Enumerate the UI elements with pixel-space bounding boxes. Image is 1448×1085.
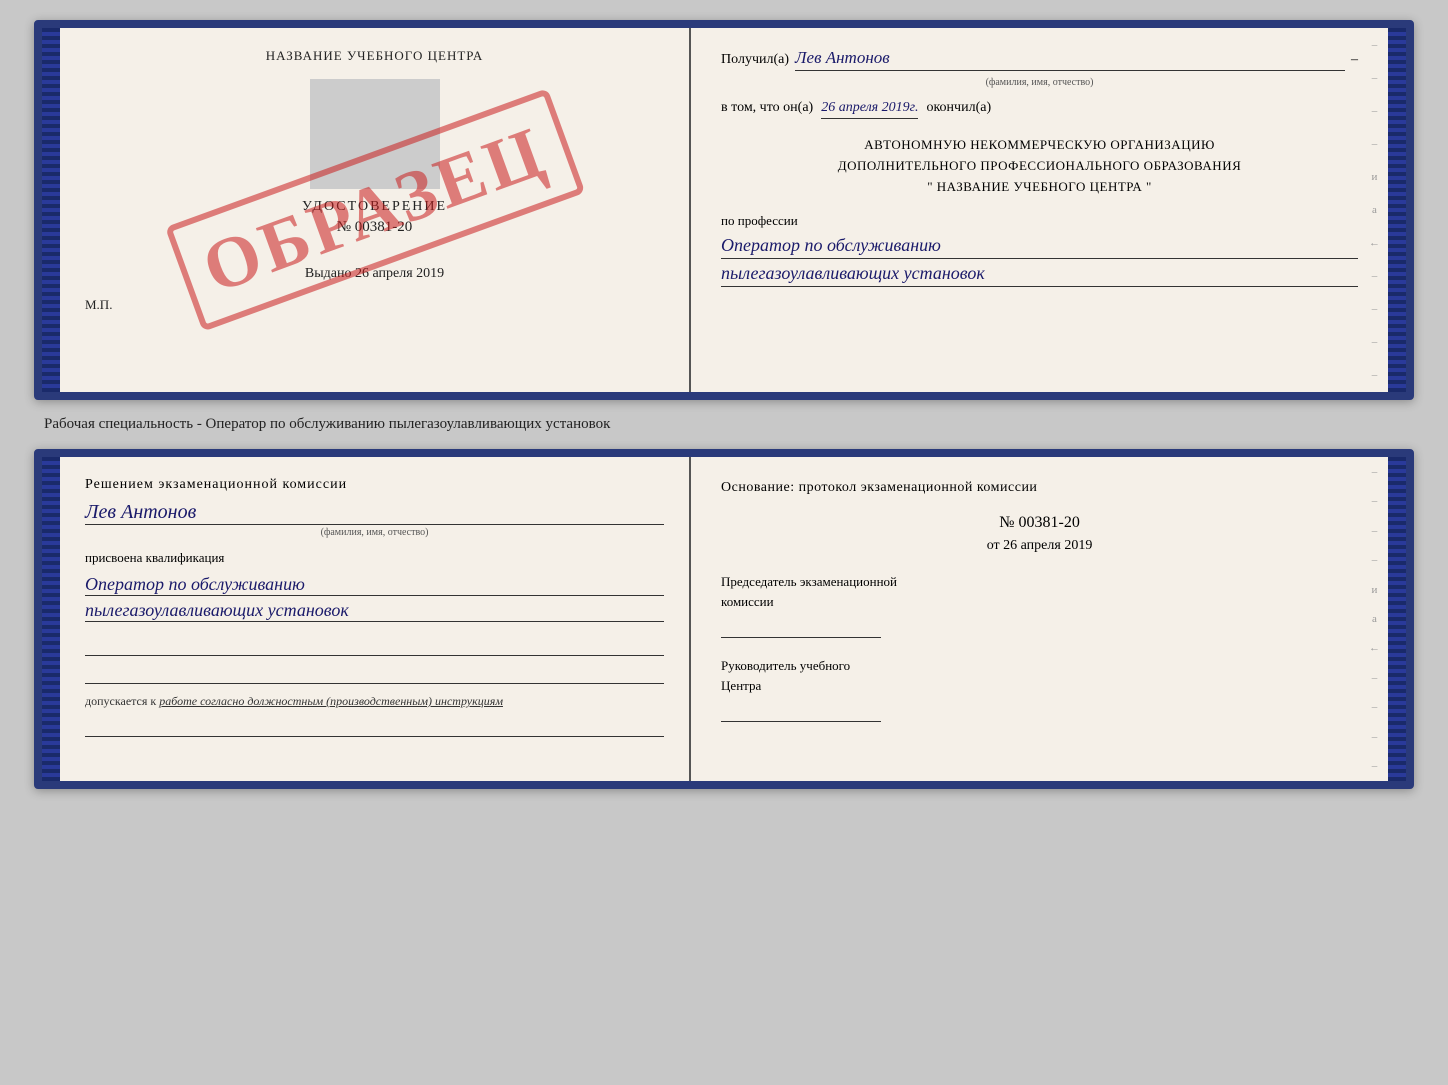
middle-text: Рабочая специальность - Оператор по обсл… xyxy=(34,412,1414,437)
top-diploma: НАЗВАНИЕ УЧЕБНОГО ЦЕНТРА УДОСТОВЕРЕНИЕ №… xyxy=(34,20,1414,400)
doc-number: № 00381-20 xyxy=(85,219,664,236)
vtom-line: в том, что он(а) 26 апреля 2019г. окончи… xyxy=(721,100,1358,119)
vtom-date: 26 апреля 2019г. xyxy=(821,100,918,119)
fio-subtitle-top: (фамилия, имя, отчество) xyxy=(721,77,1358,88)
org-line1: АВТОНОМНУЮ НЕКОММЕРЧЕСКУЮ ОРГАНИЗАЦИЮ xyxy=(721,135,1358,156)
recipient-name: Лев Антонов xyxy=(795,48,1345,71)
spine-left xyxy=(42,28,60,392)
right-margin-marks-bottom: – – – – и а ← – – – – xyxy=(1369,457,1380,781)
org-line2: ДОПОЛНИТЕЛЬНОГО ПРОФЕССИОНАЛЬНОГО ОБРАЗО… xyxy=(721,156,1358,177)
diploma-right-page: Получил(а) Лев Антонов – (фамилия, имя, … xyxy=(691,28,1388,392)
rukovoditel-line2: Центра xyxy=(721,678,1358,694)
po-professii: по профессии xyxy=(721,213,1358,229)
school-name-top: НАЗВАНИЕ УЧЕБНОГО ЦЕНТРА xyxy=(85,48,664,64)
dopuskaetsya: допускается к работе согласно должностны… xyxy=(85,694,664,709)
spine-bottom-left xyxy=(42,457,60,781)
profession-line2: пылегазоулавливающих установок xyxy=(721,263,1358,287)
prisvoena: присвоена квалификация xyxy=(85,550,664,566)
qualification-line1: Оператор по обслуживанию xyxy=(85,574,664,596)
profession-line1: Оператор по обслуживанию xyxy=(721,235,1358,259)
okonchil: окончил(а) xyxy=(926,100,991,116)
bottom-left-page: Решением экзаменационной комиссии Лев Ан… xyxy=(60,457,691,781)
vydano-label: Выдано xyxy=(305,266,352,281)
dash: – xyxy=(1351,52,1358,68)
mp-label: М.П. xyxy=(85,297,664,313)
spine-right xyxy=(1388,28,1406,392)
predsedatel-line2: комиссии xyxy=(721,594,1358,610)
dopusk-italic: работе согласно должностным (производств… xyxy=(159,694,503,708)
dopusk-prefix: допускается к xyxy=(85,694,156,708)
ot-label: от xyxy=(987,538,1000,553)
document-container: НАЗВАНИЕ УЧЕБНОГО ЦЕНТРА УДОСТОВЕРЕНИЕ №… xyxy=(34,20,1414,789)
fio-sub-bottom: (фамилия, имя, отчество) xyxy=(85,527,664,538)
sig-line-3 xyxy=(85,717,664,737)
predsedatel-sig-line xyxy=(721,618,881,638)
vydano-date: 26 апреля 2019 xyxy=(355,266,444,281)
bottom-sig-lines xyxy=(85,636,664,684)
poluchil-label: Получил(а) xyxy=(721,52,789,68)
qualification-line2: пылегазоулавливающих установок xyxy=(85,600,664,622)
osnovanie: Основание: протокол экзаменационной коми… xyxy=(721,477,1358,498)
org-line3: " НАЗВАНИЕ УЧЕБНОГО ЦЕНТРА " xyxy=(721,177,1358,198)
sig-line-1 xyxy=(85,636,664,656)
right-margin-marks: – – – – и а ← – – – – xyxy=(1369,28,1380,392)
bottom-right-page: Основание: протокол экзаменационной коми… xyxy=(691,457,1388,781)
bottom-diploma: Решением экзаменационной комиссии Лев Ан… xyxy=(34,449,1414,789)
ot-date-value: 26 апреля 2019 xyxy=(1003,538,1092,553)
received-line: Получил(а) Лев Антонов – xyxy=(721,48,1358,71)
spine-bottom-right xyxy=(1388,457,1406,781)
ot-date: от 26 апреля 2019 xyxy=(721,538,1358,554)
resheniem-text: Решением экзаменационной комиссии xyxy=(85,477,664,493)
photo-placeholder xyxy=(310,79,440,189)
predsedatel-line1: Председатель экзаменационной xyxy=(721,574,1358,590)
vydano-line: Выдано 26 апреля 2019 xyxy=(85,266,664,282)
protocol-number: № 00381-20 xyxy=(721,514,1358,532)
sig-line-2 xyxy=(85,664,664,684)
rukovoditel-line1: Руководитель учебного xyxy=(721,658,1358,674)
rukovoditel-sig-line xyxy=(721,702,881,722)
udostoverenie-label: УДОСТОВЕРЕНИЕ xyxy=(85,199,664,215)
person-name-bottom: Лев Антонов xyxy=(85,501,664,525)
diploma-left-page: НАЗВАНИЕ УЧЕБНОГО ЦЕНТРА УДОСТОВЕРЕНИЕ №… xyxy=(60,28,691,392)
org-block: АВТОНОМНУЮ НЕКОММЕРЧЕСКУЮ ОРГАНИЗАЦИЮ ДО… xyxy=(721,135,1358,197)
vtom-label: в том, что он(а) xyxy=(721,100,813,116)
